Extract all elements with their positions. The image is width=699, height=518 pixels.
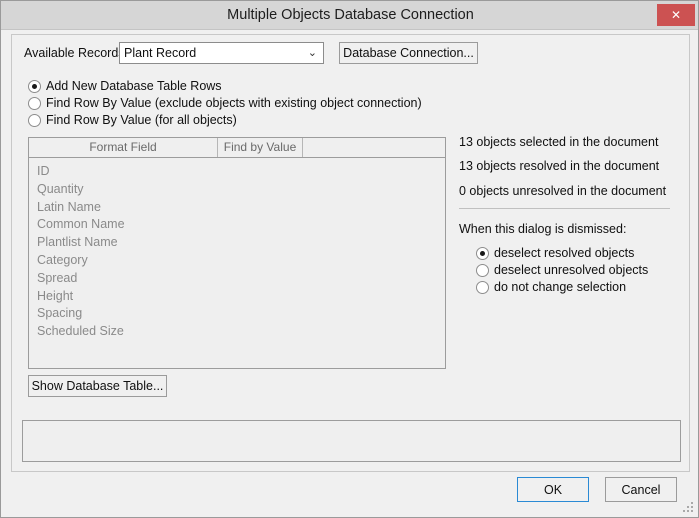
available-records-dropdown[interactable]: Plant Record ⌄ (119, 42, 324, 64)
dismiss-section-title: When this dialog is dismissed: (459, 222, 627, 236)
list-item[interactable]: Plantlist Name (37, 234, 445, 252)
dialog-title: Multiple Objects Database Connection (227, 7, 474, 23)
mode-radio-label: Add New Database Table Rows (46, 79, 222, 93)
ok-button[interactable]: OK (517, 477, 589, 502)
list-item[interactable]: Latin Name (37, 199, 445, 217)
dismiss-radio-label: deselect unresolved objects (494, 263, 649, 277)
field-list-items: ID Quantity Latin Name Common Name Plant… (29, 158, 445, 341)
available-records-value: Plant Record (124, 46, 197, 60)
mode-radio-find-row-exclude[interactable]: Find Row By Value (exclude objects with … (28, 96, 422, 110)
dismiss-radio-group: deselect resolved objects deselect unres… (476, 246, 648, 297)
dismiss-radio-no-change[interactable]: do not change selection (476, 280, 648, 294)
list-item[interactable]: Category (37, 252, 445, 270)
list-item[interactable]: Common Name (37, 216, 445, 234)
list-item[interactable]: Scheduled Size (37, 323, 445, 341)
objects-resolved-status: 13 objects resolved in the document (459, 159, 660, 173)
radio-icon (28, 79, 41, 93)
radio-icon (476, 263, 489, 277)
mode-radio-add-new-rows[interactable]: Add New Database Table Rows (28, 79, 422, 93)
column-header-find-by-value[interactable]: Find by Value (218, 138, 303, 157)
mode-radio-label: Find Row By Value (exclude objects with … (46, 96, 422, 110)
database-connection-button[interactable]: Database Connection... (339, 42, 478, 64)
resize-grip[interactable] (683, 502, 695, 514)
close-icon[interactable]: ✕ (657, 4, 695, 26)
dialog-window: Multiple Objects Database Connection ✕ A… (0, 0, 699, 518)
objects-unresolved-status: 0 objects unresolved in the document (459, 184, 667, 198)
mode-radio-label: Find Row By Value (for all objects) (46, 113, 237, 127)
available-records-label: Available Records: (24, 46, 128, 60)
radio-icon (476, 280, 489, 294)
column-header-spare[interactable] (303, 138, 445, 157)
radio-icon (28, 113, 41, 127)
dismiss-radio-deselect-unresolved[interactable]: deselect unresolved objects (476, 263, 648, 277)
list-item[interactable]: ID (37, 163, 445, 181)
column-header-format-field[interactable]: Format Field (29, 138, 218, 157)
mode-radio-group: Add New Database Table Rows Find Row By … (28, 79, 422, 130)
mode-radio-find-row-all[interactable]: Find Row By Value (for all objects) (28, 113, 422, 127)
field-list-box[interactable]: Format Field Find by Value ID Quantity L… (28, 137, 446, 369)
list-item[interactable]: Spacing (37, 305, 445, 323)
dismiss-radio-deselect-resolved[interactable]: deselect resolved objects (476, 246, 648, 260)
content-panel: Available Records: Plant Record ⌄ Databa… (11, 34, 690, 472)
radio-icon (476, 246, 489, 260)
dismiss-radio-label: deselect resolved objects (494, 246, 635, 260)
show-database-table-button[interactable]: Show Database Table... (28, 375, 167, 397)
cancel-button[interactable]: Cancel (605, 477, 677, 502)
chevron-down-icon: ⌄ (307, 47, 317, 59)
field-list-header: Format Field Find by Value (29, 138, 445, 158)
list-item[interactable]: Quantity (37, 181, 445, 199)
status-message-box (22, 420, 681, 462)
divider (459, 208, 670, 209)
list-item[interactable]: Height (37, 288, 445, 306)
list-item[interactable]: Spread (37, 270, 445, 288)
title-bar: Multiple Objects Database Connection ✕ (1, 1, 698, 30)
dismiss-radio-label: do not change selection (494, 280, 627, 294)
objects-selected-status: 13 objects selected in the document (459, 135, 659, 149)
radio-icon (28, 96, 41, 110)
